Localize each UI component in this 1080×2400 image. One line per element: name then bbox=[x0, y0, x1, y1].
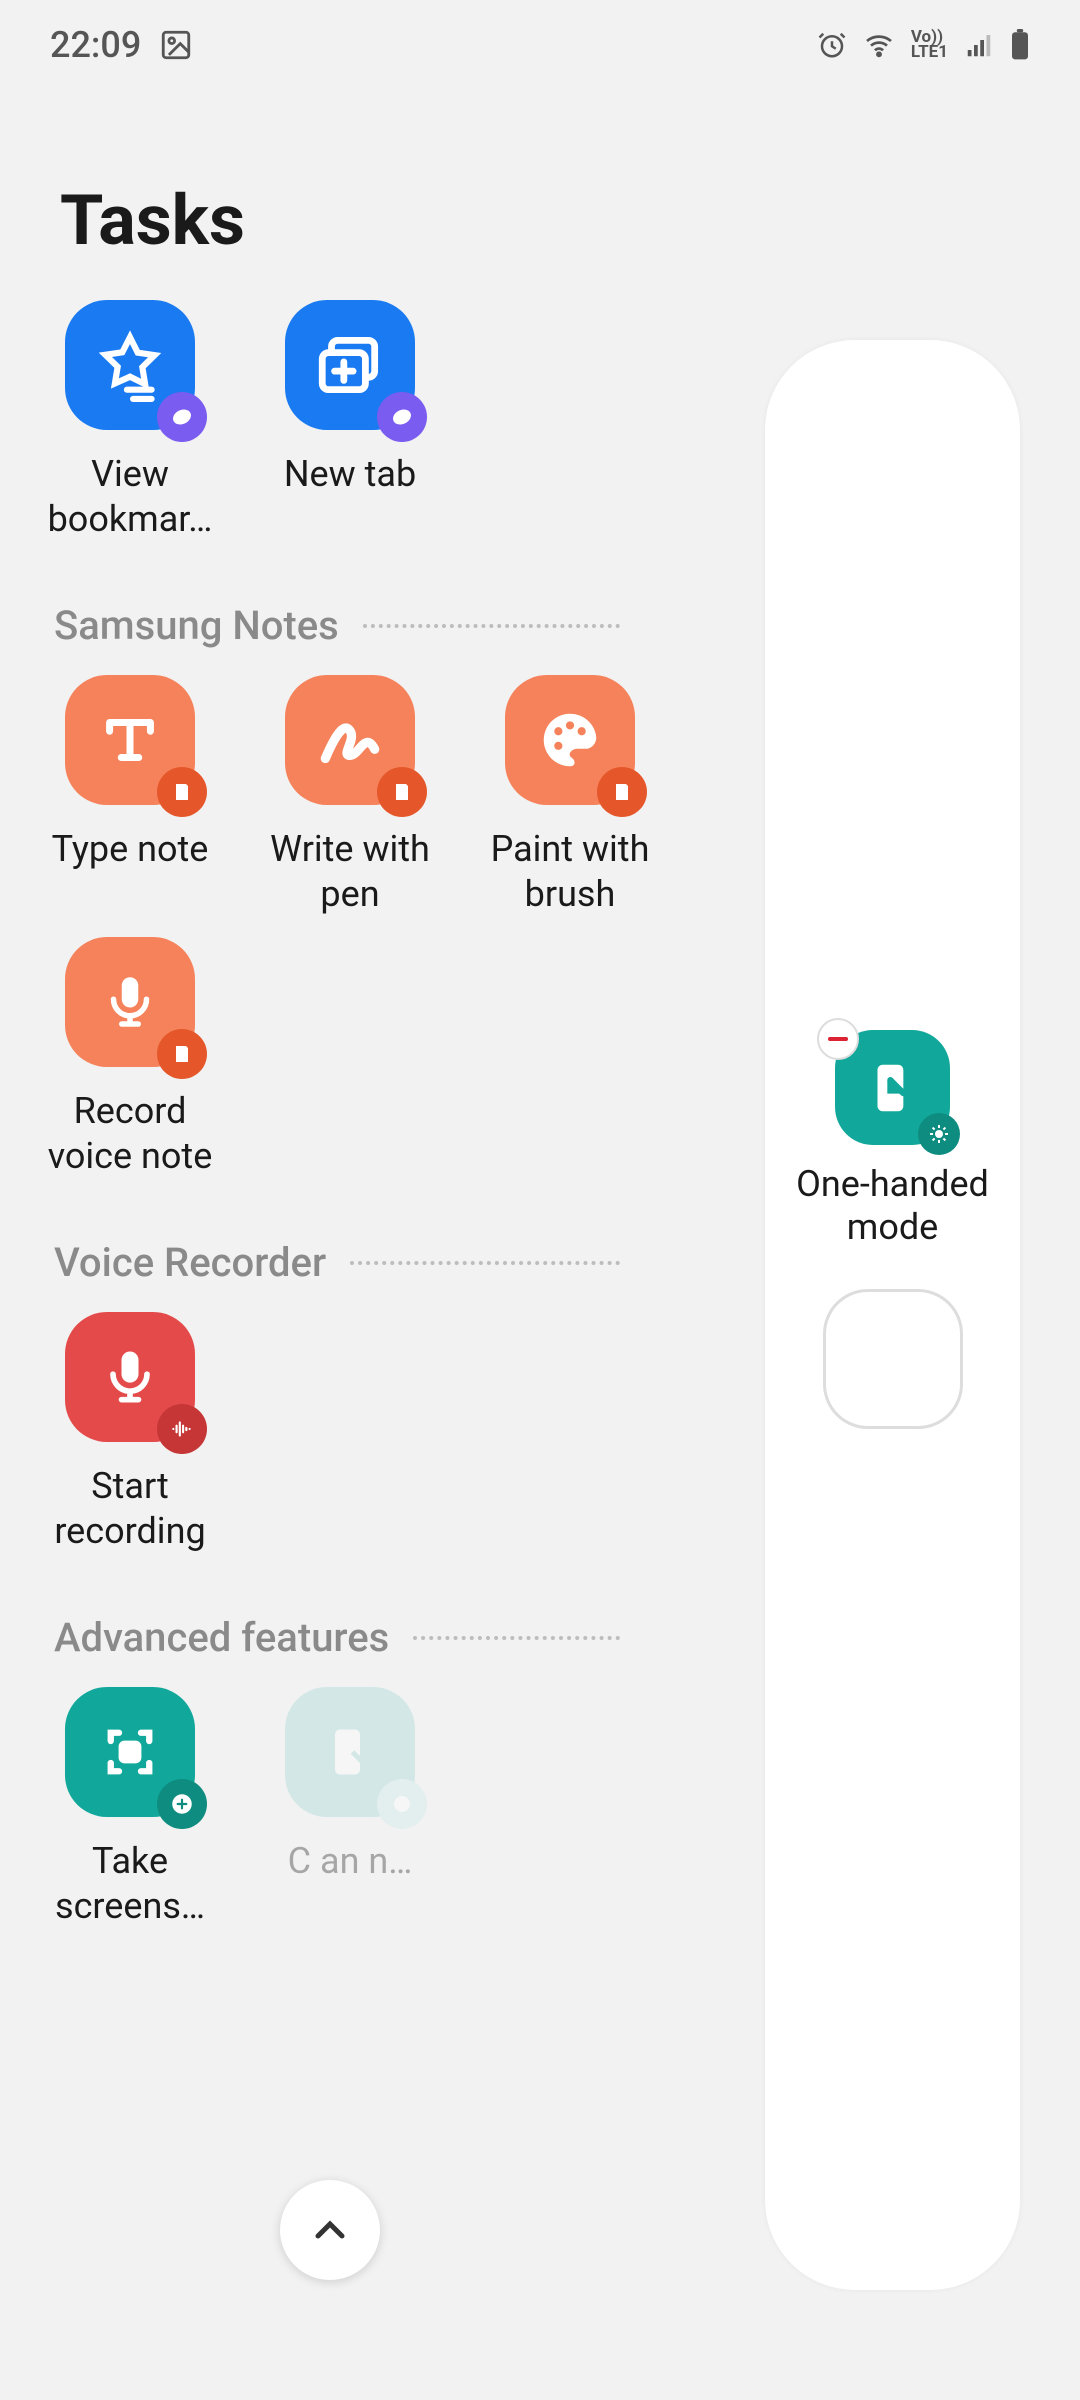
task-label: C​ an​ n… bbox=[288, 1839, 413, 1884]
gear-badge-icon bbox=[918, 1113, 960, 1155]
task-label: Type note bbox=[52, 827, 209, 872]
status-bar: 22:09 Vo))LTE1 bbox=[0, 0, 1080, 90]
chevron-up-icon bbox=[306, 2206, 354, 2254]
waveform-badge-icon bbox=[157, 1404, 207, 1454]
task-label: Paint with brush bbox=[470, 827, 670, 917]
edge-panel[interactable]: One-handed mode bbox=[765, 340, 1020, 2290]
panel-item-label: One-handed mode bbox=[783, 1163, 1003, 1249]
task-label: Start recording bbox=[30, 1464, 230, 1554]
tasks-list: View bookmar… New tab Samsung Notes bbox=[20, 300, 680, 1949]
divider-dots bbox=[363, 624, 620, 628]
section-advanced-features: Advanced features bbox=[20, 1574, 680, 1687]
palette-icon bbox=[535, 705, 605, 775]
task-new-tab[interactable]: New tab bbox=[250, 300, 450, 542]
wifi-icon bbox=[863, 29, 895, 61]
mic-icon bbox=[97, 969, 163, 1035]
volte-icon: Vo))LTE1 bbox=[911, 30, 948, 61]
picture-icon bbox=[159, 28, 193, 62]
task-view-bookmarks[interactable]: View bookmar… bbox=[30, 300, 230, 542]
task-label: Record voice note bbox=[30, 1089, 230, 1179]
task-label: Write with pen bbox=[250, 827, 450, 917]
empty-slot[interactable] bbox=[823, 1289, 963, 1429]
task-start-recording[interactable]: Start recording bbox=[30, 1312, 230, 1554]
collapse-button[interactable] bbox=[280, 2180, 380, 2280]
panel-item-one-handed-mode[interactable]: One-handed mode bbox=[783, 1030, 1003, 1249]
section-title: Advanced features bbox=[54, 1614, 389, 1661]
task-type-note[interactable]: Type note bbox=[30, 675, 230, 917]
section-title: Samsung Notes bbox=[54, 602, 339, 649]
section-samsung-notes: Samsung Notes bbox=[20, 562, 680, 675]
new-tab-icon bbox=[313, 328, 387, 402]
notes-badge-icon bbox=[157, 1029, 207, 1079]
battery-icon bbox=[1010, 29, 1030, 61]
pen-scribble-icon bbox=[313, 703, 387, 777]
mic-icon bbox=[96, 1343, 164, 1411]
task-write-with-pen[interactable]: Write with pen bbox=[250, 675, 450, 917]
section-title: Voice Recorder bbox=[54, 1239, 326, 1286]
screenshot-icon bbox=[97, 1719, 163, 1785]
type-icon bbox=[95, 705, 165, 775]
internet-badge-icon bbox=[157, 392, 207, 442]
notes-badge-icon bbox=[377, 767, 427, 817]
section-voice-recorder: Voice Recorder bbox=[20, 1199, 680, 1312]
page-title: Tasks bbox=[60, 180, 245, 262]
gear-badge-icon bbox=[377, 1779, 427, 1829]
notes-badge-icon bbox=[157, 767, 207, 817]
divider-dots bbox=[413, 1636, 620, 1640]
task-record-voice-note[interactable]: Record voice note bbox=[30, 937, 230, 1179]
star-icon bbox=[93, 328, 167, 402]
task-label: New tab bbox=[284, 452, 416, 497]
alarm-icon bbox=[817, 30, 847, 60]
task-label: Take screens… bbox=[30, 1839, 230, 1929]
internet-badge-icon bbox=[377, 392, 427, 442]
divider-dots bbox=[350, 1261, 620, 1265]
gear-badge-icon bbox=[157, 1779, 207, 1829]
remove-icon[interactable] bbox=[817, 1018, 859, 1060]
one-hand-icon bbox=[862, 1057, 924, 1119]
signal-icon bbox=[964, 30, 994, 60]
one-hand-icon bbox=[320, 1722, 380, 1782]
notes-badge-icon bbox=[597, 767, 647, 817]
task-paint-with-brush[interactable]: Paint with brush bbox=[470, 675, 670, 917]
task-take-screenshot[interactable]: Take screens… bbox=[30, 1687, 230, 1929]
clock: 22:09 bbox=[50, 24, 141, 66]
task-one-handed-secondary[interactable]: C​ an​ n… bbox=[250, 1687, 450, 1929]
task-label: View bookmar… bbox=[30, 452, 230, 542]
